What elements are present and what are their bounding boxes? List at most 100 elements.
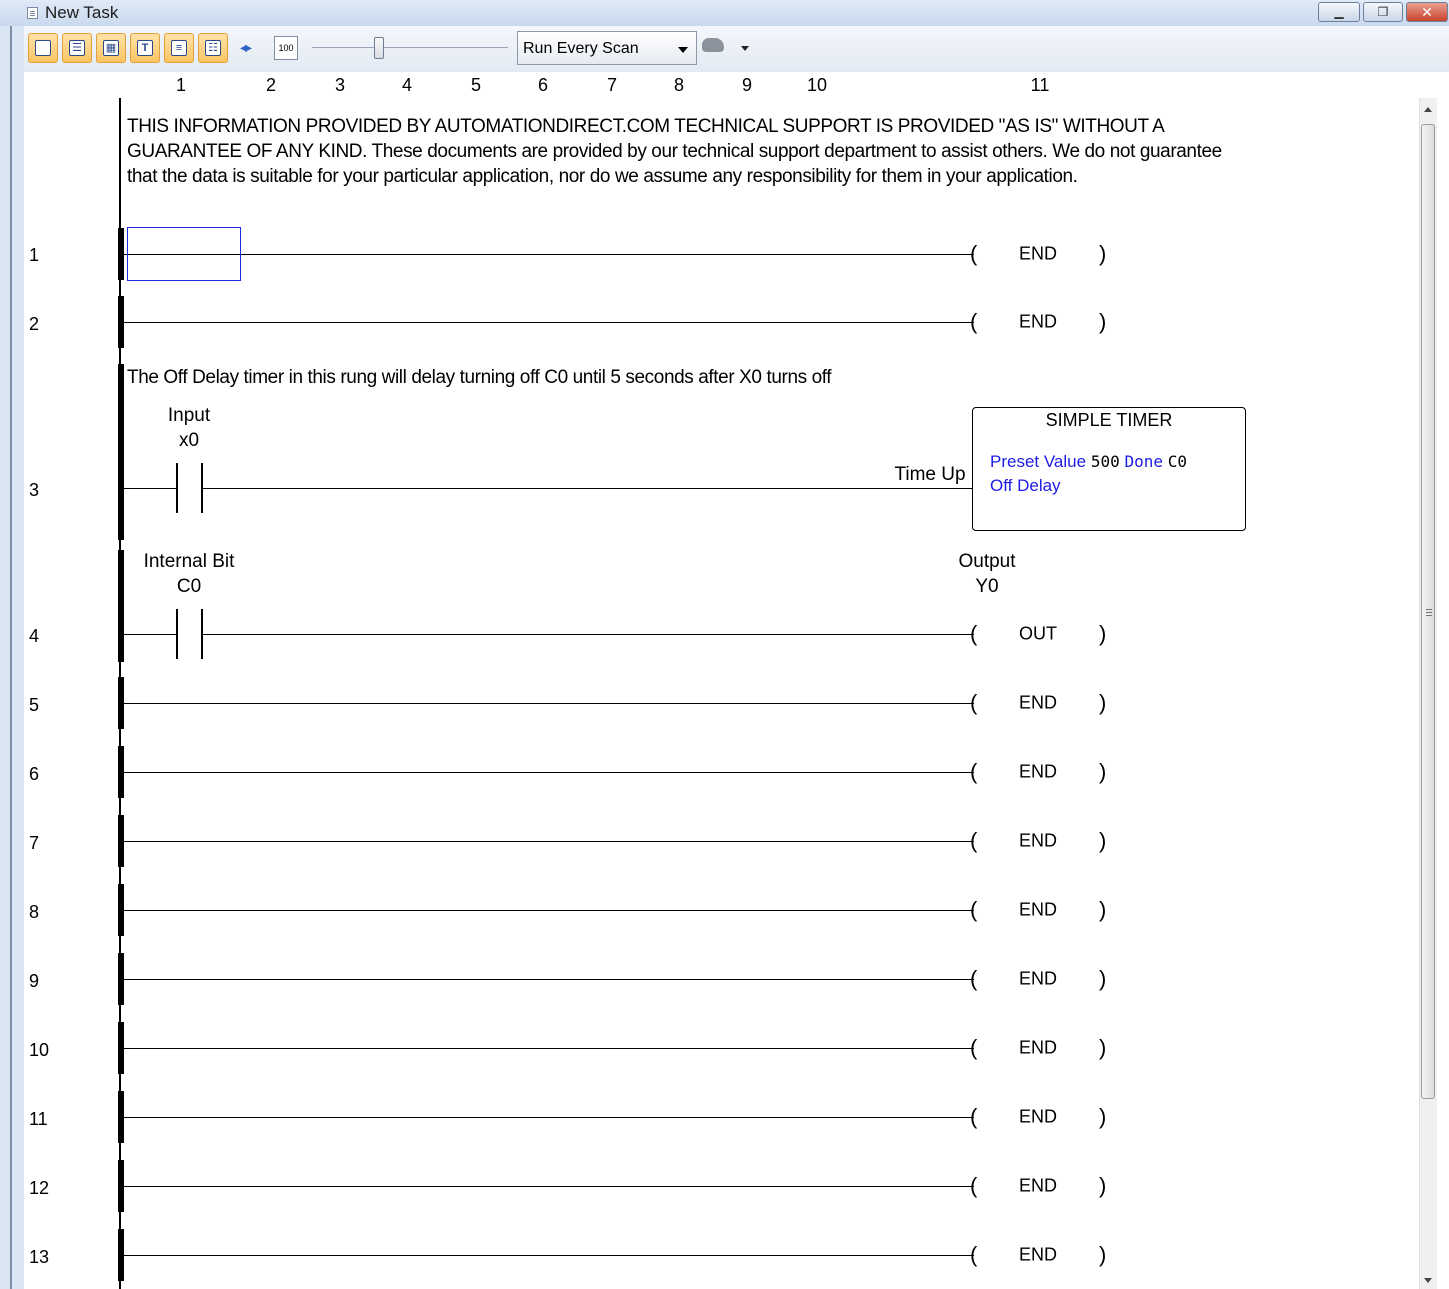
rung-number: 8 (29, 902, 40, 922)
rung-number: 5 (29, 695, 40, 715)
toolbar-dropdown-icon[interactable] (741, 46, 749, 51)
rung-wire (124, 254, 974, 255)
branch-icon: ☰ (69, 40, 85, 56)
rung-number: 2 (29, 314, 40, 334)
column-number: 3 (334, 75, 346, 95)
coil-instruction[interactable]: END (1019, 969, 1057, 990)
rung-wire (124, 1255, 974, 1256)
coil-instruction[interactable]: END (1019, 900, 1057, 921)
insert-text-button[interactable]: T (130, 33, 160, 63)
coil-right-bracket: ) (1099, 828, 1107, 853)
coil-right-bracket: ) (1099, 966, 1107, 991)
coil-instruction[interactable]: END (1019, 762, 1057, 783)
vertical-scrollbar[interactable] (1419, 98, 1437, 1289)
close-icon: ✕ (1421, 3, 1433, 20)
left-frame (0, 26, 24, 1289)
coil-instruction[interactable]: END (1019, 1176, 1057, 1197)
contact-address: x0 (178, 430, 200, 451)
coil-instruction[interactable]: END (1019, 312, 1057, 333)
insert-branch-button[interactable]: ☰ (62, 33, 92, 63)
rung-wire (203, 488, 972, 489)
rung-number: 1 (29, 245, 40, 265)
column-number: 4 (401, 75, 413, 95)
coil-left-bracket: ( (970, 241, 978, 266)
column-number: 7 (606, 75, 618, 95)
scrollbar-thumb[interactable] (1421, 124, 1435, 1099)
coil-left-bracket: ( (970, 1035, 978, 1060)
timer-mode: Off Delay (990, 476, 1061, 495)
parallel-icon: ▦ (103, 40, 119, 56)
rung-number: 6 (29, 764, 40, 784)
column-number: 6 (537, 75, 549, 95)
rung-wire (124, 488, 177, 489)
rung-rail-marker (118, 550, 124, 662)
coil-right-bracket: ) (1099, 759, 1107, 784)
coil-address: Y0 (975, 576, 999, 597)
scan-mode-select[interactable]: Run Every Scan (517, 31, 697, 65)
coil-instruction[interactable]: END (1019, 831, 1057, 852)
insert-comment-button[interactable]: ≡ (164, 33, 194, 63)
minimize-icon: ▁ (1334, 5, 1344, 19)
coil-instruction[interactable]: END (1019, 1038, 1057, 1059)
rung-comment[interactable]: THIS INFORMATION PROVIDED BY AUTOMATIOND… (127, 114, 1252, 189)
scroll-up-icon[interactable] (1424, 107, 1432, 112)
coil-instruction[interactable]: END (1019, 1107, 1057, 1128)
rung-wire (124, 703, 974, 704)
coil-instruction[interactable]: END (1019, 1245, 1057, 1266)
window-title: New Task (45, 3, 119, 22)
coil-right-bracket: ) (1099, 1173, 1107, 1198)
fit-width-icon[interactable]: ◂▸ (240, 39, 252, 56)
coil-instruction[interactable]: END (1019, 244, 1057, 265)
coil-right-bracket: ) (1099, 1104, 1107, 1129)
coil-right-bracket: ) (1099, 309, 1107, 334)
insert-parallel-button[interactable]: ▦ (96, 33, 126, 63)
task-window: New Task ▁ ❐ ✕ ☰ ▦ T ≡ ☷ ◂▸ 100 Run Ever… (0, 0, 1449, 1289)
rung-wire (124, 772, 974, 773)
chevron-down-icon (678, 47, 688, 53)
coil-left-bracket: ( (970, 621, 978, 646)
zoom-level[interactable]: 100 (274, 36, 298, 60)
coil-left-bracket: ( (970, 1104, 978, 1129)
restore-button[interactable]: ❐ (1363, 2, 1403, 22)
coil-left-bracket: ( (970, 966, 978, 991)
coil-left-bracket: ( (970, 828, 978, 853)
rung-wire (124, 634, 177, 635)
rung-number: 13 (29, 1247, 50, 1267)
close-button[interactable]: ✕ (1406, 2, 1448, 22)
rung-number: 11 (29, 1109, 48, 1129)
column-number: 9 (741, 75, 753, 95)
preset-label: Preset Value (990, 452, 1087, 471)
hand-icon[interactable] (702, 38, 724, 52)
zoom-slider-track[interactable] (312, 47, 508, 48)
rung-comment[interactable]: The Off Delay timer in this rung will de… (127, 365, 1252, 390)
coil-left-bracket: ( (970, 759, 978, 784)
rung-wire (124, 1117, 974, 1118)
rung-wire (124, 322, 974, 323)
simple-timer-instruction[interactable]: SIMPLE TIMER Preset Value 500 Done C0 Of… (972, 407, 1246, 531)
rung-number: 7 (29, 833, 40, 853)
minimize-button[interactable]: ▁ (1318, 2, 1360, 22)
timer-title: SIMPLE TIMER (1045, 410, 1173, 430)
coil-right-bracket: ) (1099, 241, 1107, 266)
rung-rail-marker (118, 364, 124, 540)
column-number: 10 (806, 75, 828, 95)
no-contact-left[interactable] (176, 463, 178, 513)
no-contact-left[interactable] (176, 609, 178, 659)
coil-right-bracket: ) (1099, 1242, 1107, 1267)
coil-instruction[interactable]: OUT (1019, 624, 1057, 645)
cell-cursor[interactable] (127, 227, 241, 281)
column-number: 11 (1030, 75, 1050, 95)
rung-icon (35, 40, 51, 56)
ladder-editor[interactable]: 1 2 3 4 5 6 7 8 9 10 11 THIS INFORMATION… (24, 72, 1449, 1289)
comment-icon: ≡ (171, 40, 187, 56)
text-icon: T (137, 40, 153, 56)
done-label: Done (1124, 452, 1163, 471)
insert-rung-button[interactable] (28, 33, 58, 63)
coil-right-bracket: ) (1099, 1035, 1107, 1060)
scroll-down-icon[interactable] (1424, 1278, 1432, 1283)
insert-subroutine-button[interactable]: ☷ (198, 33, 228, 63)
zoom-slider-thumb[interactable] (374, 37, 384, 59)
rung-wire (124, 1048, 974, 1049)
coil-left-bracket: ( (970, 690, 978, 715)
coil-instruction[interactable]: END (1019, 693, 1057, 714)
